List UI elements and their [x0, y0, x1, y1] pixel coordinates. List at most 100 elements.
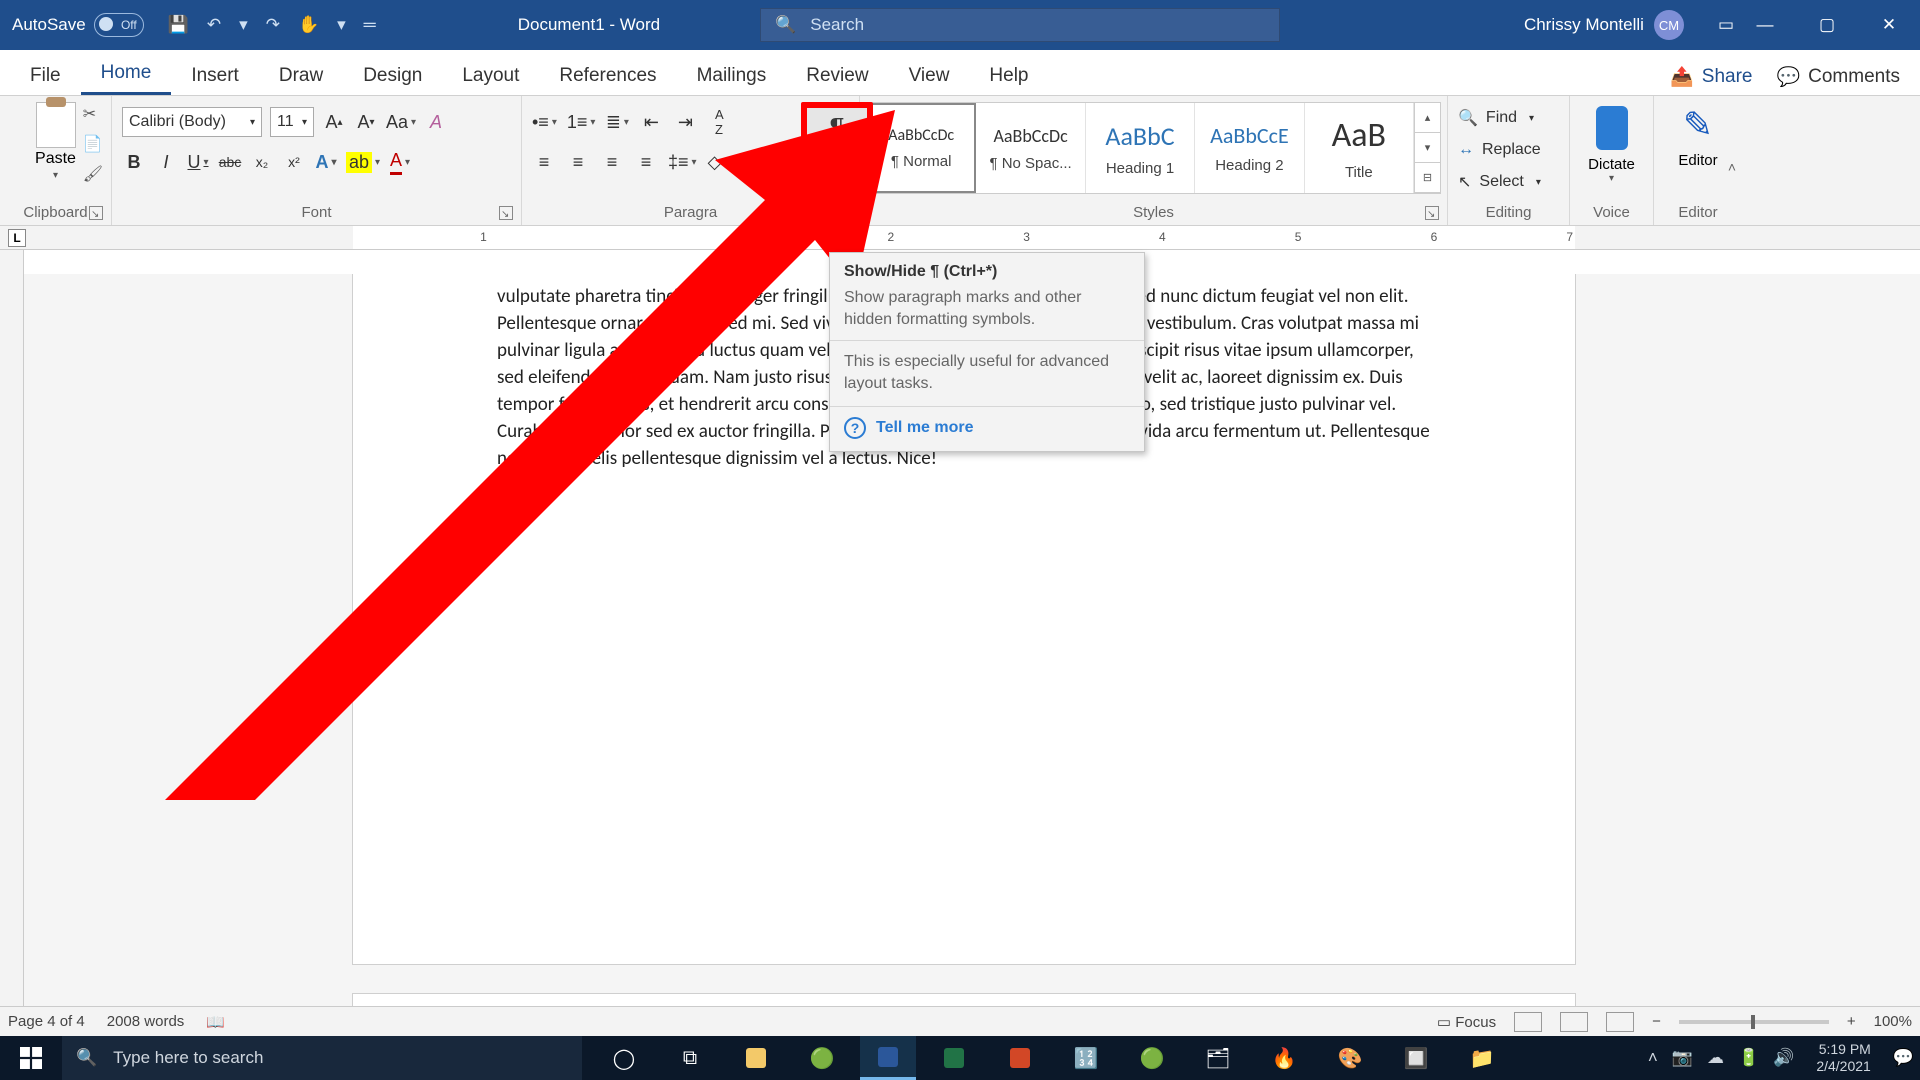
font-launcher[interactable] [499, 206, 513, 220]
sort-button[interactable]: AZ [707, 109, 731, 135]
dictate-label[interactable]: Dictate [1588, 156, 1635, 173]
replace-button[interactable]: ↔Replace [1458, 134, 1559, 166]
ribbon-display-options-icon[interactable]: ▭ [1718, 15, 1734, 35]
account-button[interactable]: Chrissy Montelli CM [1514, 10, 1694, 40]
meet-now-icon[interactable]: 📷 [1672, 1048, 1693, 1068]
page-indicator[interactable]: Page 4 of 4 [8, 1013, 85, 1030]
increase-font-icon[interactable]: A▴ [322, 109, 346, 135]
folder-icon[interactable]: 📁 [1454, 1036, 1510, 1080]
justify-button[interactable]: ≡ [634, 149, 658, 175]
highlight-button[interactable]: ab [346, 149, 380, 175]
tab-home[interactable]: Home [81, 52, 172, 95]
zoom-in-button[interactable]: + [1847, 1013, 1856, 1030]
close-button[interactable]: ✕ [1858, 0, 1920, 50]
zoom-slider[interactable] [1679, 1020, 1829, 1024]
align-center-button[interactable]: ≡ [566, 149, 590, 175]
qat-dropdown-icon[interactable]: ▾ [337, 15, 346, 35]
increase-indent-button[interactable]: ⇥ [673, 109, 697, 135]
font-color-button[interactable]: A [388, 149, 412, 175]
style-heading1[interactable]: AaBbC Heading 1 [1086, 103, 1195, 193]
text-effects-button[interactable]: A [314, 149, 338, 175]
borders-button[interactable]: ▦ [741, 149, 766, 175]
volume-icon[interactable]: 🔊 [1773, 1048, 1794, 1068]
maximize-button[interactable]: ▢ [1796, 0, 1858, 50]
paragraph-launcher[interactable] [837, 206, 851, 220]
clipboard-launcher[interactable] [89, 206, 103, 220]
align-left-button[interactable]: ≡ [532, 149, 556, 175]
select-button[interactable]: ↖Select▾ [1458, 166, 1559, 198]
underline-button[interactable]: U [186, 149, 210, 175]
style-normal[interactable]: AaBbCcDc ¶ Normal [867, 103, 976, 193]
collapse-ribbon-icon[interactable]: ˄ [1728, 159, 1736, 175]
style-heading2[interactable]: AaBbCcE Heading 2 [1195, 103, 1304, 193]
show-hide-pilcrow-button[interactable]: ¶ [801, 102, 873, 154]
decrease-indent-button[interactable]: ⇤ [639, 109, 663, 135]
bold-button[interactable]: B [122, 149, 146, 175]
italic-button[interactable]: I [154, 149, 178, 175]
tab-view[interactable]: View [889, 55, 970, 95]
tab-help[interactable]: Help [969, 55, 1048, 95]
paste-dropdown-icon[interactable]: ▾ [53, 170, 58, 181]
cortana-icon[interactable]: ◯ [596, 1036, 652, 1080]
superscript-button[interactable]: x² [282, 149, 306, 175]
multilevel-button[interactable]: ≣ [605, 109, 629, 135]
paint-icon[interactable]: 🎨 [1322, 1036, 1378, 1080]
dictate-dropdown-icon[interactable]: ▾ [1609, 173, 1614, 184]
word-count[interactable]: 2008 words [107, 1013, 185, 1030]
print-layout-icon[interactable] [1560, 1012, 1588, 1032]
file-explorer-icon[interactable] [728, 1036, 784, 1080]
battery-icon[interactable]: 🔋 [1738, 1048, 1759, 1068]
clock[interactable]: 5:19 PM 2/4/2021 [1808, 1041, 1879, 1075]
redo-icon[interactable]: ↷ [266, 15, 280, 35]
align-right-button[interactable]: ≡ [600, 149, 624, 175]
tab-selector[interactable]: L [8, 229, 26, 247]
qat-customize-icon[interactable]: ═ [364, 15, 376, 35]
tab-references[interactable]: References [539, 55, 676, 95]
vertical-ruler[interactable] [0, 250, 24, 1036]
zoom-level[interactable]: 100% [1874, 1013, 1912, 1030]
font-name-combo[interactable]: Calibri (Body)▾ [122, 107, 262, 137]
autosave-toggle[interactable]: AutoSave Off [0, 13, 156, 37]
style-title[interactable]: AaB Title [1305, 103, 1414, 193]
powerpoint-icon[interactable] [992, 1036, 1048, 1080]
word-icon[interactable] [860, 1036, 916, 1080]
styles-gallery[interactable]: AaBbCcDc ¶ Normal AaBbCcDc ¶ No Spac... … [866, 102, 1441, 194]
comments-button[interactable]: 💬Comments [1776, 65, 1900, 89]
autosave-switch[interactable]: Off [94, 13, 144, 37]
styles-launcher[interactable] [1425, 206, 1439, 220]
chrome-icon[interactable]: 🟢 [794, 1036, 850, 1080]
subscript-button[interactable]: x₂ [250, 149, 274, 175]
tab-file[interactable]: File [10, 55, 81, 95]
numbering-button[interactable]: 1≡ [567, 109, 596, 135]
bullets-button[interactable]: •≡ [532, 109, 557, 135]
spotify-icon[interactable]: 🟢 [1124, 1036, 1180, 1080]
shading-button[interactable]: ◇ [707, 149, 731, 175]
clear-formatting-icon[interactable]: A [424, 109, 448, 135]
calculator-icon[interactable]: 🔢 [1058, 1036, 1114, 1080]
undo-dropdown-icon[interactable]: ▾ [239, 15, 248, 35]
cut-icon[interactable]: ✂ [83, 104, 103, 124]
tell-me-more-link[interactable]: ? Tell me more [830, 407, 1144, 451]
format-painter-icon[interactable]: 🖌 [83, 164, 103, 184]
app-icon-2[interactable]: 🔲 [1388, 1036, 1444, 1080]
decrease-font-icon[interactable]: A▾ [354, 109, 378, 135]
task-view-icon[interactable]: ⧉ [662, 1036, 718, 1080]
microphone-icon[interactable] [1596, 106, 1628, 150]
tray-overflow-icon[interactable]: ˄ [1648, 1048, 1658, 1068]
search-box[interactable]: 🔍 Search [760, 8, 1280, 42]
font-size-combo[interactable]: 11▾ [270, 107, 314, 137]
start-button[interactable] [0, 1047, 62, 1069]
minimize-button[interactable]: — [1734, 0, 1796, 50]
save-icon[interactable]: 💾 [168, 15, 189, 35]
editor-icon[interactable]: ✎ [1683, 104, 1713, 146]
tab-design[interactable]: Design [343, 55, 442, 95]
tab-draw[interactable]: Draw [259, 55, 343, 95]
copy-icon[interactable]: 📄 [83, 134, 103, 154]
action-center-icon[interactable]: 💬 [1893, 1048, 1914, 1068]
strikethrough-button[interactable]: abc [218, 149, 242, 175]
touch-mode-icon[interactable]: ✋ [298, 15, 319, 35]
zoom-out-button[interactable]: − [1652, 1013, 1661, 1030]
tab-review[interactable]: Review [786, 55, 888, 95]
gallery-scroll[interactable]: ▴▾⊟ [1414, 103, 1440, 193]
style-no-spacing[interactable]: AaBbCcDc ¶ No Spac... [976, 103, 1085, 193]
